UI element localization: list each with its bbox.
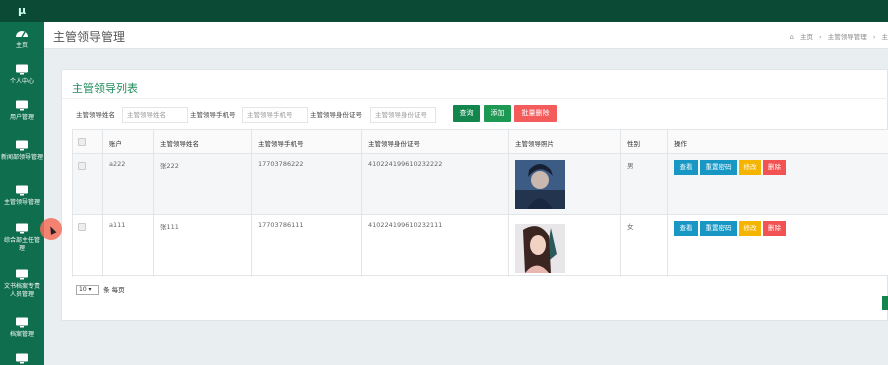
page-header: 主管领导管理 ⌂ 主页 › 主管领导管理 › 主 <box>44 22 888 49</box>
breadcrumb: ⌂ 主页 › 主管领导管理 › 主 <box>786 31 888 41</box>
sidebar-item-label: 综合部主任管理 <box>3 237 40 252</box>
leader-photo <box>515 224 565 273</box>
delete-button[interactable]: 删除 <box>763 160 786 175</box>
column-header: 账户 <box>109 140 122 148</box>
sidebar-item-label: 新闻部领导管理 <box>0 154 43 161</box>
page-size-select[interactable]: 10 ▾ <box>76 285 99 295</box>
column-divider <box>72 130 73 277</box>
name-cell: 张222 <box>160 162 179 170</box>
sidebar-item-more[interactable] <box>0 353 44 365</box>
row-checkbox[interactable] <box>78 162 86 170</box>
row-checkbox[interactable] <box>78 223 86 231</box>
sidebar-item-supervisors[interactable]: 主管领导管理 <box>0 185 44 207</box>
column-divider <box>508 130 509 277</box>
reset-password-button[interactable]: 重置密码 <box>700 221 737 236</box>
breadcrumb-current[interactable]: 主管领导管理 <box>828 33 867 41</box>
column-header: 主管领导手机号 <box>258 140 304 148</box>
column-header: 主管领导姓名 <box>160 140 199 148</box>
column-divider <box>153 130 154 277</box>
gender-cell: 男 <box>627 162 634 170</box>
delete-button[interactable]: 删除 <box>763 221 786 236</box>
select-all-checkbox[interactable] <box>78 138 86 146</box>
phone-input[interactable]: 主管领导手机号 <box>242 107 308 123</box>
monitor-icon <box>16 185 28 196</box>
column-header: 性别 <box>627 140 640 148</box>
sidebar-item-label: 个人中心 <box>9 78 34 85</box>
monitor-icon <box>16 223 28 234</box>
sidebar-item-label: 主管领导管理 <box>3 199 40 206</box>
column-divider <box>361 130 362 277</box>
monitor-icon <box>16 140 28 151</box>
table-row: a222 张222 17703786222 410224199610232222… <box>72 154 888 215</box>
panel-title: 主管领导列表 <box>72 82 138 95</box>
sidebar-item-profile[interactable]: 个人中心 <box>0 64 44 86</box>
column-divider <box>251 130 252 277</box>
phone-cell: 17703786222 <box>258 160 304 168</box>
app-logo: μ <box>17 4 27 17</box>
top-bar: μ <box>0 0 888 22</box>
name-cell: 张111 <box>160 223 179 231</box>
sidebar-item-users[interactable]: 用户管理 <box>0 100 44 122</box>
page-title: 主管领导管理 <box>53 30 126 44</box>
divider <box>62 98 888 99</box>
column-header: 主管领导照片 <box>515 140 554 148</box>
sidebar-item-news-leaders[interactable]: 新闻部领导管理 <box>0 140 44 162</box>
filter-label-name: 主管领导姓名 <box>76 111 115 119</box>
column-divider <box>102 130 103 277</box>
breadcrumb-next[interactable]: 主 <box>882 33 888 41</box>
id-card-input[interactable]: 主管领导身份证号 <box>370 107 436 123</box>
account-cell: a111 <box>109 221 126 229</box>
data-table: 账户 主管领导姓名 主管领导手机号 主管领导身份证号 主管领导照片 性别 操作 … <box>72 129 888 277</box>
leader-photo <box>515 160 565 209</box>
monitor-icon <box>16 100 28 111</box>
reset-password-button[interactable]: 重置密码 <box>700 160 737 175</box>
edge-button[interactable] <box>882 296 888 310</box>
table-header: 账户 主管领导姓名 主管领导手机号 主管领导身份证号 主管领导照片 性别 操作 <box>72 130 888 154</box>
view-button[interactable]: 查看 <box>674 221 698 236</box>
sidebar-item-archives[interactable]: 档案管理 <box>0 317 44 339</box>
name-input[interactable]: 主管领导姓名 <box>122 107 188 123</box>
column-divider <box>620 130 621 277</box>
filter-label-id: 主管领导身份证号 <box>310 111 362 119</box>
search-button[interactable]: 查询 <box>453 105 480 122</box>
monitor-icon <box>16 269 28 280</box>
monitor-icon <box>16 317 28 328</box>
page-size-label: 条 每页 <box>103 286 125 294</box>
column-header: 操作 <box>674 140 687 148</box>
monitor-icon <box>16 353 28 364</box>
id-card-cell: 410224199610232222 <box>368 160 443 168</box>
sidebar-item-home[interactable]: 主页 <box>0 28 44 50</box>
account-cell: a222 <box>109 160 126 168</box>
sidebar-item-label: 档案管理 <box>9 331 34 338</box>
sidebar: 主页 个人中心 用户管理 新闻部领导管理 主管领导管理 综合部主任管理 文书档案… <box>0 22 44 365</box>
page-size-control: 10 ▾ 条 每页 <box>76 284 125 295</box>
breadcrumb-separator: › <box>872 33 876 41</box>
sidebar-item-general-directors[interactable]: 综合部主任管理 <box>0 223 44 253</box>
gender-cell: 女 <box>627 223 634 231</box>
sidebar-item-label: 文书档案专责人员管理 <box>3 283 40 298</box>
breadcrumb-home[interactable]: 主页 <box>800 33 813 41</box>
sidebar-item-archive-staff[interactable]: 文书档案专责人员管理 <box>0 269 44 299</box>
sidebar-item-label: 主页 <box>15 42 28 49</box>
column-divider <box>667 130 668 277</box>
list-panel: 主管领导列表 主管领导姓名 主管领导姓名 主管领导手机号 主管领导手机号 主管领… <box>61 69 888 321</box>
table-row: a111 张111 17703786111 410224199610232111… <box>72 215 888 276</box>
column-header: 主管领导身份证号 <box>368 140 420 148</box>
home-icon: ⌂ <box>789 33 794 41</box>
filter-label-phone: 主管领导手机号 <box>190 111 236 119</box>
sidebar-item-label: 用户管理 <box>9 114 34 121</box>
breadcrumb-separator: › <box>819 33 822 41</box>
edit-button[interactable]: 修改 <box>739 160 761 175</box>
monitor-icon <box>16 64 28 75</box>
batch-delete-button[interactable]: 批量删除 <box>514 105 557 122</box>
id-card-cell: 410224199610232111 <box>368 221 443 229</box>
dashboard-icon <box>16 31 28 38</box>
edit-button[interactable]: 修改 <box>739 221 761 236</box>
add-button[interactable]: 添加 <box>484 105 511 122</box>
view-button[interactable]: 查看 <box>674 160 698 175</box>
phone-cell: 17703786111 <box>258 221 304 229</box>
